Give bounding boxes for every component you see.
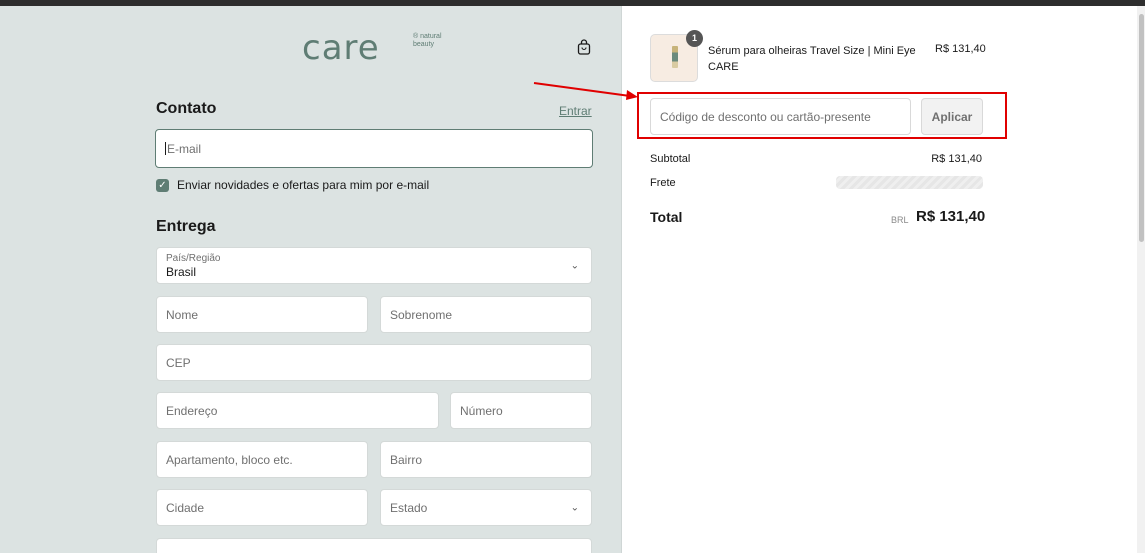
product-image <box>672 46 678 68</box>
state-select[interactable]: Estado ⌄ <box>380 489 592 526</box>
first-name-placeholder: Nome <box>166 307 199 322</box>
shipping-loading-placeholder <box>836 176 983 189</box>
country-value: Brasil <box>166 264 197 279</box>
total-currency: BRL <box>891 215 909 225</box>
scrollbar-thumb[interactable] <box>1139 14 1144 242</box>
product-name: Sérum para olheiras Travel Size | Mini E… <box>708 45 916 73</box>
phone-field-partial[interactable] <box>156 538 592 553</box>
zip-placeholder: CEP <box>166 355 191 370</box>
email-placeholder: E-mail <box>167 141 202 156</box>
discount-code-input[interactable]: Código de desconto ou cartão-presente <box>650 98 911 135</box>
subtotal-value: R$ 131,40 <box>931 153 982 165</box>
last-name-placeholder: Sobrenome <box>390 307 453 322</box>
last-name-field[interactable]: Sobrenome <box>380 296 592 333</box>
apartment-placeholder: Apartamento, bloco etc. <box>166 452 293 467</box>
chevron-down-icon: ⌄ <box>570 502 579 513</box>
brand-logo-tagline: ® natural beauty <box>413 33 442 48</box>
quantity-badge: 1 <box>686 30 703 47</box>
text-cursor <box>165 142 166 155</box>
subtotal-label: Subtotal <box>650 153 691 165</box>
apply-discount-button[interactable]: Aplicar <box>921 98 983 135</box>
number-placeholder: Número <box>460 403 503 418</box>
address-placeholder: Endereço <box>166 403 218 418</box>
neighborhood-placeholder: Bairro <box>390 452 423 467</box>
city-placeholder: Cidade <box>166 500 205 515</box>
chevron-down-icon: ⌄ <box>570 260 579 271</box>
newsletter-checkbox[interactable]: ✓ <box>156 178 169 192</box>
brand-logo[interactable]: care <box>302 28 380 68</box>
login-link[interactable]: Entrar <box>559 104 592 118</box>
apartment-field[interactable]: Apartamento, bloco etc. <box>156 441 368 478</box>
total-label: Total <box>650 209 683 225</box>
annotation-arrow <box>533 82 638 100</box>
country-label: País/Região <box>166 252 221 264</box>
newsletter-option[interactable]: ✓ Enviar novidades e ofertas para mim po… <box>156 178 429 192</box>
shopping-bag-icon[interactable] <box>577 39 591 55</box>
neighborhood-field[interactable]: Bairro <box>380 441 592 478</box>
first-name-field[interactable]: Nome <box>156 296 368 333</box>
total-value: R$ 131,40 <box>916 208 986 225</box>
number-field[interactable]: Número <box>450 392 592 429</box>
newsletter-label: Enviar novidades e ofertas para mim por … <box>177 178 430 192</box>
address-field[interactable]: Endereço <box>156 392 439 429</box>
state-placeholder: Estado <box>390 500 428 515</box>
product-price: R$ 131,40 <box>935 43 986 55</box>
email-field[interactable]: E-mail <box>155 129 593 168</box>
country-select[interactable]: País/Região Brasil ⌄ <box>156 247 592 284</box>
city-field[interactable]: Cidade <box>156 489 368 526</box>
contact-heading: Contato <box>156 100 217 117</box>
shipping-label: Frete <box>650 177 676 189</box>
delivery-heading: Entrega <box>156 218 216 235</box>
zip-field[interactable]: CEP <box>156 344 592 381</box>
discount-placeholder: Código de desconto ou cartão-presente <box>660 109 871 124</box>
order-summary-panel <box>622 6 1137 553</box>
